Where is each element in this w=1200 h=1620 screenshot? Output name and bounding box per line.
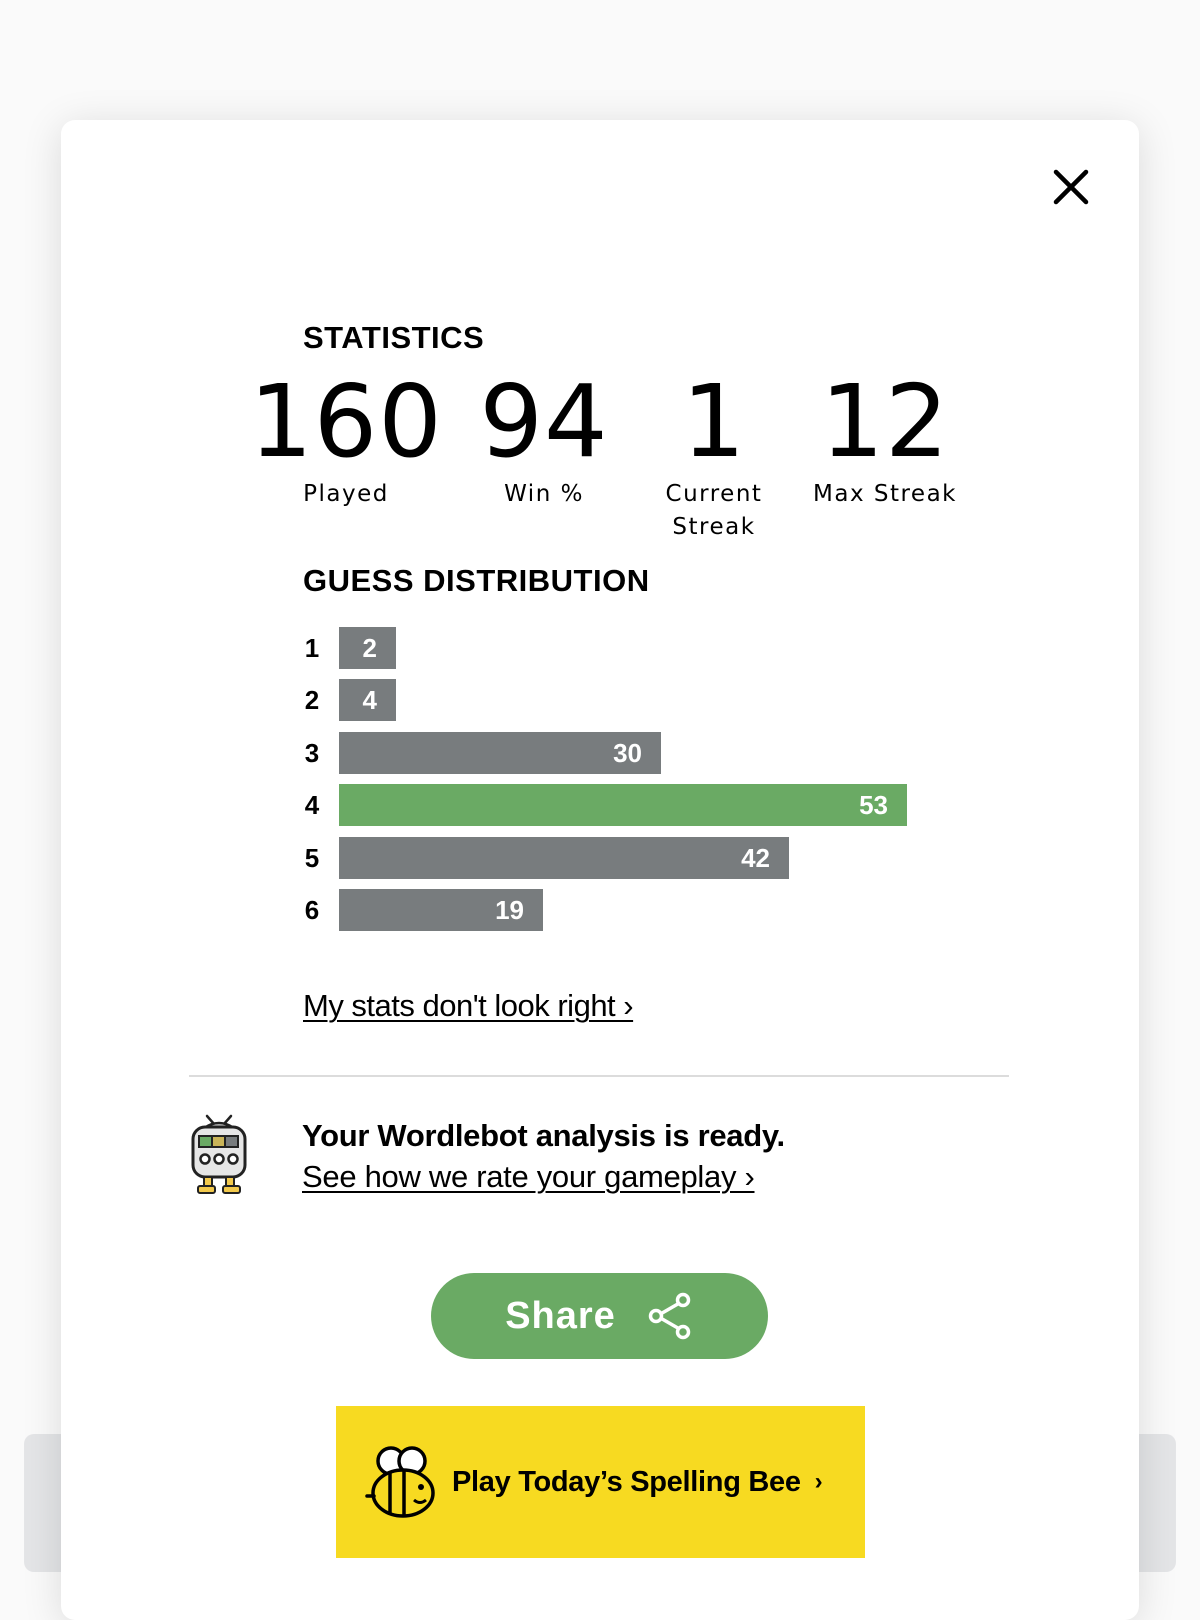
spelling-bee-banner[interactable]: Play Today’s Spelling Bee › (336, 1406, 865, 1558)
stat-current-streak: 1 Current Streak (650, 372, 778, 544)
stat-win-percent: 94 Win % (474, 372, 614, 511)
divider (189, 1075, 1009, 1077)
distribution-bar: 53 (339, 784, 907, 826)
stat-value: 94 (479, 363, 609, 480)
share-button[interactable]: Share (431, 1273, 768, 1359)
bee-icon (365, 1446, 435, 1518)
close-icon (1053, 169, 1089, 205)
stat-label: Win % (504, 481, 584, 507)
guess-number: 3 (304, 738, 320, 768)
stat-played: 160 Played (244, 372, 448, 511)
close-button[interactable] (1046, 162, 1096, 212)
wordlebot-link[interactable]: See how we rate your gameplay › (302, 1159, 755, 1195)
chevron-right-icon: › (814, 1468, 823, 1495)
guess-number: 6 (304, 895, 320, 925)
share-label: Share (505, 1294, 616, 1337)
guess-number: 1 (304, 633, 320, 663)
distribution-bar: 42 (339, 837, 789, 879)
spelling-bee-label: Play Today’s Spelling Bee (452, 1465, 801, 1498)
wordlebot-icon (191, 1114, 247, 1194)
distribution-bar: 30 (339, 732, 661, 774)
distribution-bar: 2 (339, 627, 396, 669)
guess-number: 4 (304, 790, 320, 820)
guess-distribution-title: GUESS DISTRIBUTION (303, 563, 650, 598)
stats-help-link[interactable]: My stats don't look right › (303, 988, 634, 1024)
stat-value: 1 (681, 363, 747, 480)
stat-max-streak: 12 Max Streak (810, 372, 960, 511)
distribution-bar: 4 (339, 679, 396, 721)
stat-label: Current Streak (665, 481, 763, 540)
stat-label: Played (303, 481, 389, 507)
guess-number: 5 (304, 843, 320, 873)
stat-value: 160 (249, 363, 443, 480)
share-icon (648, 1292, 691, 1340)
guess-number: 2 (304, 685, 320, 715)
stat-value: 12 (820, 363, 950, 480)
distribution-bar: 19 (339, 889, 543, 931)
statistics-title: STATISTICS (303, 320, 485, 355)
wordlebot-title: Your Wordlebot analysis is ready. (302, 1118, 785, 1153)
stat-label: Max Streak (813, 481, 957, 507)
